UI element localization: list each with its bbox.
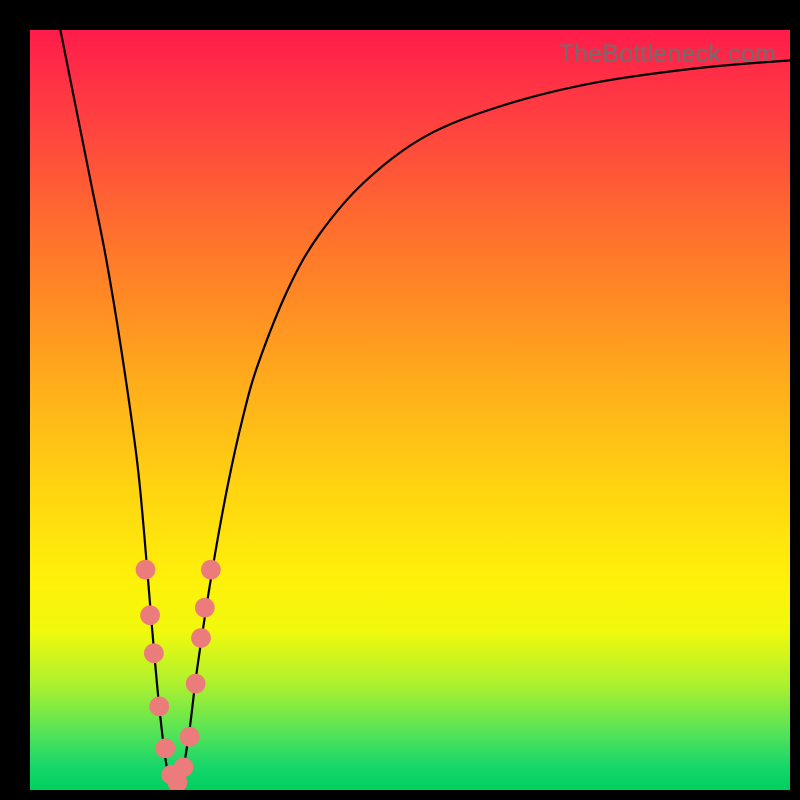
bead: [144, 643, 164, 663]
bead: [201, 560, 221, 580]
plot-area: TheBottleneck.com: [30, 30, 790, 790]
bead: [174, 757, 194, 777]
bead: [191, 628, 211, 648]
bottleneck-curve-path: [60, 30, 790, 790]
bead: [155, 738, 175, 758]
chart-frame: TheBottleneck.com: [0, 0, 800, 800]
curve-layer: [30, 30, 790, 790]
bead: [195, 598, 215, 618]
bead: [180, 727, 200, 747]
bead: [186, 674, 206, 694]
bead: [149, 697, 169, 717]
bead: [140, 605, 160, 625]
bead: [136, 560, 156, 580]
